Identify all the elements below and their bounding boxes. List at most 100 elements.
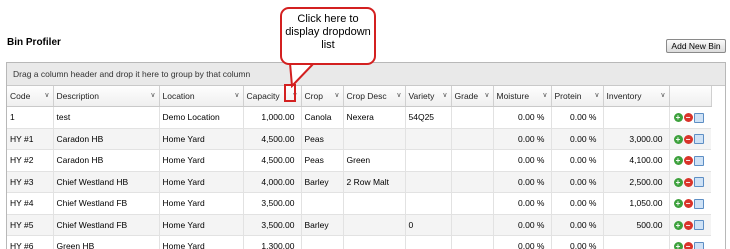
column-header-crop[interactable]: Crop ∨ (301, 86, 343, 107)
cell-inventory: 2,500.00 (603, 171, 669, 193)
callout-pointer (288, 62, 328, 88)
row-actions: +− (669, 171, 711, 193)
cell-protein: 0.00 % (551, 214, 603, 236)
column-header-label: Capacity (247, 91, 280, 101)
chevron-down-icon[interactable]: ∨ (542, 91, 547, 99)
cell-protein: 0.00 % (551, 107, 603, 129)
cell-protein: 0.00 % (551, 171, 603, 193)
column-header-label: Grade (455, 91, 479, 101)
table-row[interactable]: HY #2Caradon HBHome Yard4,500.00PeasGree… (7, 150, 711, 172)
chevron-down-icon[interactable]: ∨ (442, 91, 447, 99)
cell-moisture: 0.00 % (493, 107, 551, 129)
chevron-down-icon[interactable]: ∨ (484, 91, 489, 99)
chevron-down-icon[interactable]: ∨ (660, 91, 665, 99)
cell-description: Chief Westland FB (53, 214, 159, 236)
cell-code: HY #4 (7, 193, 53, 215)
cell-grade (451, 171, 493, 193)
edit-icon[interactable] (694, 220, 704, 230)
cell-capacity: 4,500.00 (243, 150, 301, 172)
column-header-moisture[interactable]: Moisture∨ (493, 86, 551, 107)
edit-icon[interactable] (694, 156, 704, 166)
table-row[interactable]: HY #6Green HBHome Yard1,300.000.00 %0.00… (7, 236, 711, 249)
chevron-down-icon[interactable]: ∨ (234, 91, 239, 99)
column-header-variety[interactable]: Variety ∨ (405, 86, 451, 107)
callout-tooltip: Click here to display dropdown list (280, 7, 376, 65)
cell-crop-desc: Green (343, 150, 405, 172)
cell-inventory: 4,100.00 (603, 150, 669, 172)
cell-description: Chief Westland HB (53, 171, 159, 193)
column-header-code[interactable]: Code∨ (7, 86, 53, 107)
chevron-down-icon[interactable]: ∨ (44, 91, 49, 99)
column-header-actions (669, 86, 711, 107)
cell-variety (405, 150, 451, 172)
delete-icon[interactable]: − (684, 199, 693, 208)
delete-icon[interactable]: − (684, 178, 693, 187)
chevron-down-icon[interactable]: ∨ (334, 91, 339, 99)
row-actions: +− (669, 107, 711, 129)
column-header-crop-desc[interactable]: Crop Desc∨ (343, 86, 405, 107)
cell-variety (405, 236, 451, 249)
cell-code: HY #2 (7, 150, 53, 172)
cell-variety: 54Q25 (405, 107, 451, 129)
add-new-bin-button[interactable]: Add New Bin (666, 39, 726, 53)
column-header-inventory[interactable]: Inventory ∨ (603, 86, 669, 107)
cell-description: Green HB (53, 236, 159, 249)
delete-icon[interactable]: − (684, 156, 693, 165)
delete-icon[interactable]: − (684, 221, 693, 230)
bin-table: Code∨Description∨Location∨ Capacity ∨ Crop ∨… (7, 86, 712, 249)
column-header-description[interactable]: Description∨ (53, 86, 159, 107)
column-header-protein[interactable]: Protein∨ (551, 86, 603, 107)
cell-capacity: 1,300.00 (243, 236, 301, 249)
edit-icon[interactable] (694, 177, 704, 187)
cell-crop-desc: Nexera (343, 107, 405, 129)
table-row[interactable]: HY #4Chief Westland FBHome Yard3,500.000… (7, 193, 711, 215)
cell-capacity: 3,500.00 (243, 214, 301, 236)
cell-code: HY #3 (7, 171, 53, 193)
page-title: Bin Profiler (7, 37, 61, 48)
edit-icon[interactable] (694, 199, 704, 209)
column-header-grade[interactable]: Grade ∨ (451, 86, 493, 107)
row-actions: +− (669, 193, 711, 215)
table-row[interactable]: HY #5Chief Westland FBHome Yard3,500.00B… (7, 214, 711, 236)
cell-location: Home Yard (159, 150, 243, 172)
cell-moisture: 0.00 % (493, 236, 551, 249)
row-actions: +− (669, 214, 711, 236)
edit-icon[interactable] (694, 134, 704, 144)
cell-description: Caradon HB (53, 128, 159, 150)
cell-code: HY #1 (7, 128, 53, 150)
add-icon[interactable]: + (674, 156, 683, 165)
group-by-drop-zone[interactable]: Drag a column header and drop it here to… (7, 63, 725, 86)
row-actions: +− (669, 236, 711, 249)
chevron-down-icon[interactable]: ∨ (150, 91, 155, 99)
cell-crop: Barley (301, 171, 343, 193)
cell-capacity: 4,500.00 (243, 128, 301, 150)
edit-icon[interactable] (694, 113, 704, 123)
cell-grade (451, 214, 493, 236)
table-row[interactable]: 1testDemo Location1,000.00CanolaNexera54… (7, 107, 711, 129)
column-header-label: Inventory (607, 91, 642, 101)
cell-crop: Peas (301, 128, 343, 150)
add-icon[interactable]: + (674, 135, 683, 144)
column-header-label: Variety (409, 91, 435, 101)
add-icon[interactable]: + (674, 113, 683, 122)
cell-crop (301, 193, 343, 215)
delete-icon[interactable]: − (684, 135, 693, 144)
cell-capacity: 1,000.00 (243, 107, 301, 129)
add-icon[interactable]: + (674, 221, 683, 230)
table-row[interactable]: HY #1Caradon HBHome Yard4,500.00Peas0.00… (7, 128, 711, 150)
cell-crop: Peas (301, 150, 343, 172)
add-icon[interactable]: + (674, 199, 683, 208)
cell-grade (451, 236, 493, 249)
delete-icon[interactable]: − (684, 113, 693, 122)
cell-crop-desc: 2 Row Malt (343, 171, 405, 193)
column-header-label: Crop (305, 91, 323, 101)
add-icon[interactable]: + (674, 178, 683, 187)
table-row[interactable]: HY #3Chief Westland HBHome Yard4,000.00B… (7, 171, 711, 193)
chevron-down-icon[interactable]: ∨ (594, 91, 599, 99)
cell-crop-desc (343, 193, 405, 215)
cell-grade (451, 128, 493, 150)
cell-location: Home Yard (159, 128, 243, 150)
chevron-down-icon[interactable]: ∨ (396, 91, 401, 99)
cell-moisture: 0.00 % (493, 171, 551, 193)
column-header-location[interactable]: Location∨ (159, 86, 243, 107)
